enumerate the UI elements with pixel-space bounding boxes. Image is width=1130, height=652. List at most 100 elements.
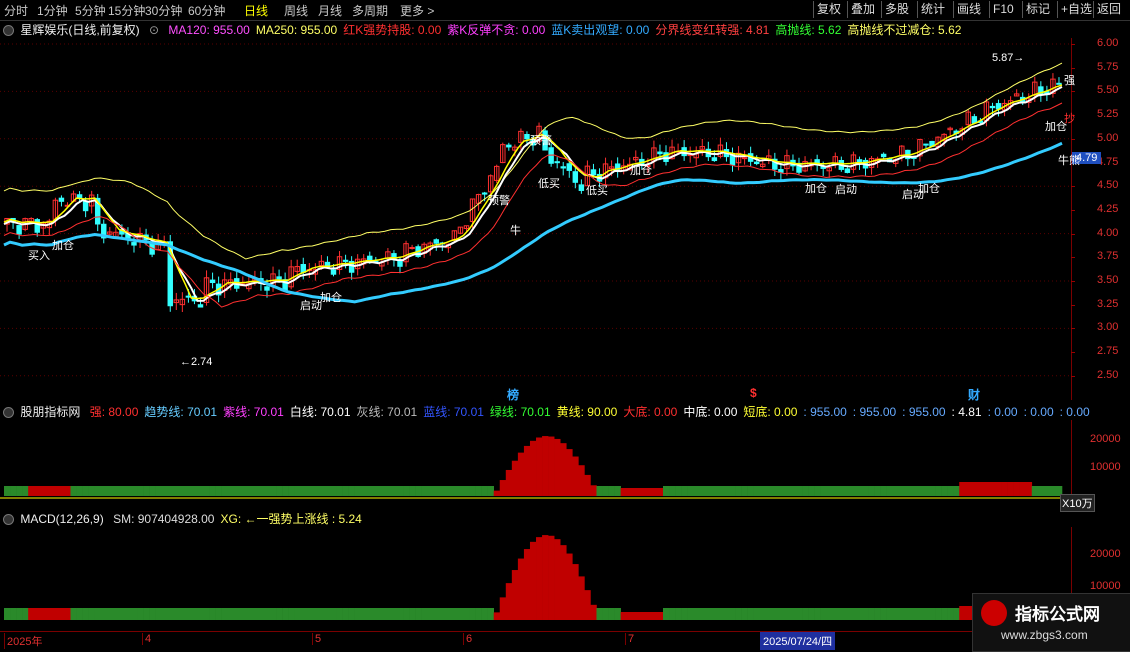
- period-tab[interactable]: 日线: [244, 2, 268, 19]
- price-tick-label: 5.25: [1097, 108, 1119, 121]
- logo-circle-icon: [981, 600, 1007, 626]
- period-tab[interactable]: 60分钟: [188, 2, 225, 19]
- toolbar-button[interactable]: 返回: [1093, 1, 1124, 18]
- macd-bar: [52, 608, 59, 620]
- toolbar-button[interactable]: 复权: [813, 1, 844, 18]
- indicator-value: 趋势线: 70.01: [144, 405, 218, 419]
- toolbar-button[interactable]: 多股: [881, 1, 912, 18]
- macd-bar: [953, 608, 960, 620]
- histogram-bar: [58, 486, 65, 496]
- macd-bar: [58, 608, 65, 620]
- signal-label: 低买: [538, 178, 560, 190]
- histogram-bar: [130, 486, 138, 496]
- price-tick-dash: [1071, 91, 1075, 93]
- price-tick-dash: [1071, 328, 1075, 330]
- macd-tick: 10000: [1090, 580, 1121, 592]
- macd-bar: [227, 608, 235, 620]
- toolbar-button[interactable]: 叠加: [847, 1, 878, 18]
- histogram-bar: [384, 486, 392, 496]
- period-tab[interactable]: 更多 >: [400, 2, 434, 19]
- macd-tick: 20000: [1090, 548, 1121, 560]
- histogram-bar: [699, 486, 706, 496]
- period-tab[interactable]: 5分钟: [75, 2, 106, 19]
- toolbar-button[interactable]: 统计: [917, 1, 948, 18]
- histogram-bar: [203, 486, 210, 496]
- histogram-bar: [348, 486, 355, 496]
- macd-bar: [251, 608, 259, 620]
- histogram-bar: [215, 486, 222, 496]
- indicator1-header: 股朋指标网 强: 80.00 趋势线: 70.01 紫线: 70.01 白线: 70.…: [0, 403, 1102, 419]
- candle-body: [34, 219, 40, 233]
- indicator-value: 灰线: 70.01: [356, 405, 418, 419]
- histogram-bar: [620, 488, 628, 496]
- indicator-value: : 955.00: [803, 405, 847, 419]
- price-chart[interactable]: [0, 38, 1070, 400]
- histogram-bar: [608, 486, 615, 496]
- macd-bar: [517, 558, 525, 620]
- candle-body: [560, 166, 566, 169]
- candle-body: [409, 246, 415, 249]
- histogram-bar: [687, 486, 694, 496]
- macd-bar: [439, 608, 446, 620]
- histogram-bar: [330, 486, 337, 496]
- histogram-bar: [717, 486, 724, 496]
- histogram-bar: [403, 486, 410, 496]
- histogram-bar: [898, 486, 906, 496]
- histogram-bar: [469, 486, 476, 496]
- price-tick-label: 3.00: [1097, 321, 1119, 334]
- histogram-bar: [947, 486, 954, 496]
- macd-bar: [928, 608, 936, 620]
- watermark-url: www.zbgs3.com: [1001, 628, 1088, 642]
- histogram-bar: [536, 437, 543, 496]
- date-label: 6: [463, 633, 472, 645]
- macd-bar: [34, 608, 41, 620]
- histogram-bar: [76, 486, 83, 496]
- toolbar-button[interactable]: 标记: [1022, 1, 1053, 18]
- candle-body: [572, 171, 579, 183]
- indicator-value: : 955.00: [852, 405, 897, 419]
- low-price-label: ←2.74: [180, 356, 213, 368]
- macd-bar: [294, 608, 301, 620]
- macd-bar: [288, 608, 295, 620]
- indicator-value: 中底: 0.00: [683, 405, 738, 419]
- macd-bar: [874, 608, 881, 620]
- period-tab[interactable]: 30分钟: [145, 2, 182, 19]
- histogram-bar: [723, 486, 730, 496]
- collapse-icon[interactable]: ⊙: [149, 23, 159, 37]
- macd-bar: [777, 608, 785, 620]
- macd-settings-icon[interactable]: [3, 514, 14, 526]
- period-tab[interactable]: 15分钟: [108, 2, 145, 19]
- toolbar-button[interactable]: 画线: [953, 1, 984, 18]
- macd-bar: [554, 539, 561, 620]
- histogram-bar: [82, 486, 89, 496]
- histogram-bar: [46, 486, 53, 496]
- event-marker: 榜: [507, 388, 520, 402]
- histogram-bar: [100, 486, 108, 496]
- period-tab[interactable]: 周线: [284, 2, 308, 19]
- candle-body: [197, 304, 204, 308]
- period-tab[interactable]: 多周期: [352, 2, 388, 19]
- macd-bar: [173, 608, 180, 620]
- candle-body: [989, 105, 996, 109]
- period-tab[interactable]: 分时: [4, 2, 28, 19]
- indicator1-chart[interactable]: [0, 420, 1070, 508]
- macd-bar: [499, 597, 507, 620]
- indicator-value: 强: 80.00: [89, 405, 139, 419]
- macd-chart[interactable]: [0, 527, 1070, 630]
- price-tick-dash: [1071, 44, 1075, 45]
- price-tick-label: 3.75: [1097, 250, 1119, 263]
- histogram-bar: [155, 486, 162, 496]
- macd-bar: [753, 608, 761, 620]
- chart-settings-icon[interactable]: [3, 25, 14, 37]
- indicator1-settings-icon[interactable]: [3, 407, 14, 419]
- macd-bar: [348, 608, 355, 620]
- period-tab[interactable]: 1分钟: [37, 2, 68, 19]
- toolbar-button[interactable]: F10: [989, 1, 1017, 18]
- indicator-value: 黄线: 90.00: [556, 405, 618, 419]
- toolbar-button[interactable]: +自选: [1057, 1, 1095, 18]
- macd-bar: [457, 608, 464, 620]
- period-tab[interactable]: 月线: [318, 2, 342, 19]
- macd-bar: [16, 608, 23, 620]
- price-tick-dash: [1071, 138, 1075, 140]
- histogram-bar: [457, 486, 464, 496]
